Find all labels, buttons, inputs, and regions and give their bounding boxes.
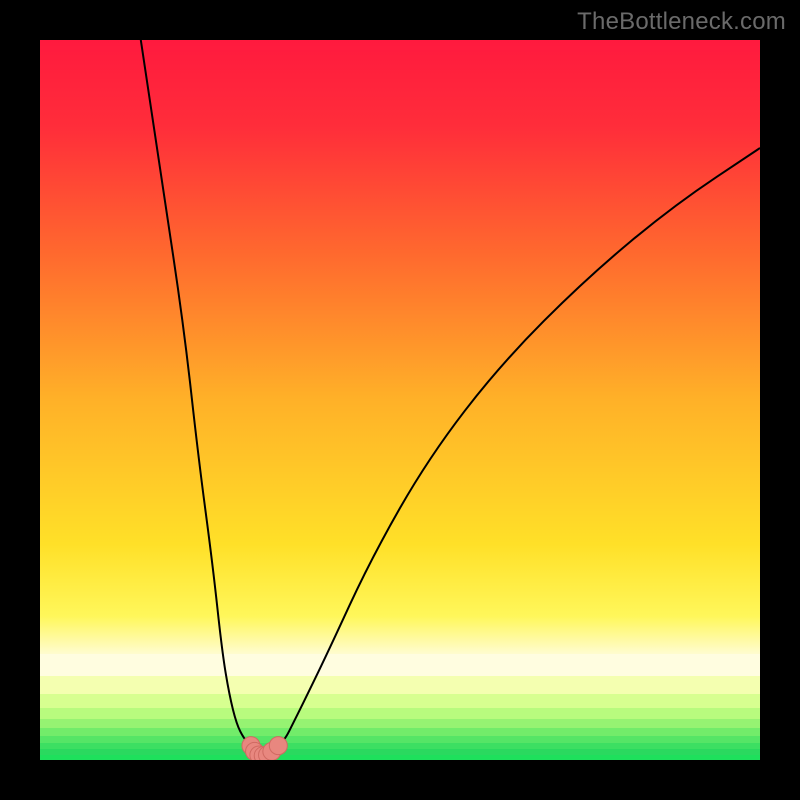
bottleneck-curve — [40, 40, 760, 760]
valley-marker-6 — [269, 737, 287, 755]
watermark-text: TheBottleneck.com — [577, 8, 786, 36]
curve-right-branch — [278, 148, 760, 746]
outer-frame: TheBottleneck.com — [0, 0, 800, 800]
plot-area — [40, 40, 760, 760]
curve-left-branch — [141, 40, 251, 746]
